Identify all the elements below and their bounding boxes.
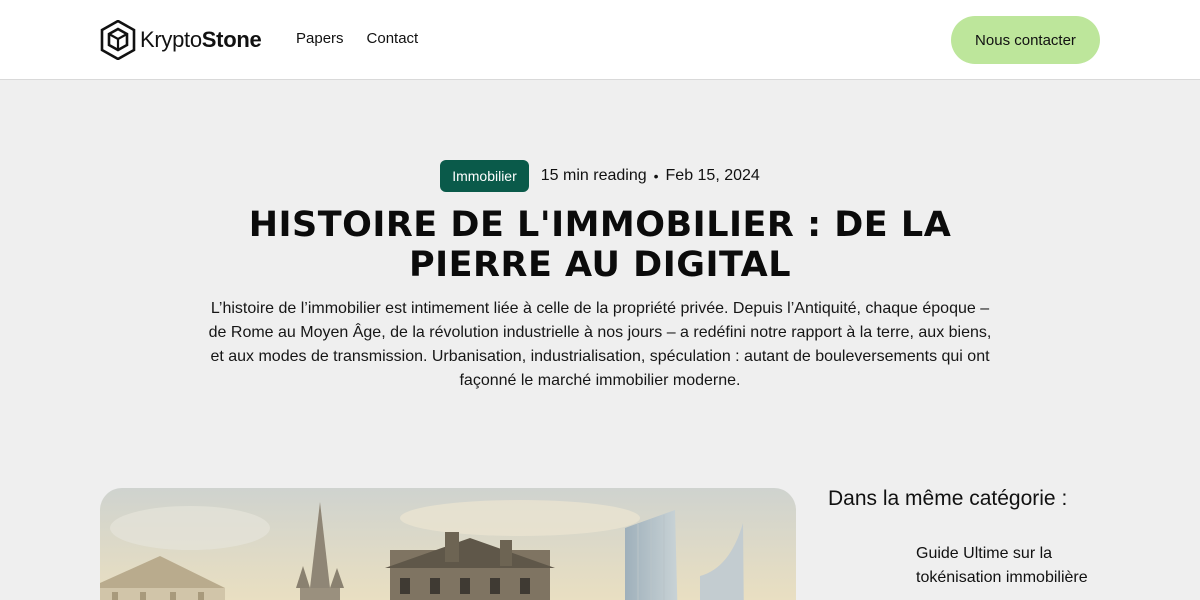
hero-image: [100, 488, 796, 600]
cube-logo-icon: [100, 20, 136, 60]
related-section-title: Dans la même catégorie :: [828, 487, 1068, 510]
main-nav: Papers Contact: [296, 30, 418, 47]
reading-time: 15 min reading: [540, 167, 647, 184]
article-lead: L’histoire de l’immobilier est intimemen…: [208, 300, 992, 389]
logo-text-light: Krypto: [140, 27, 202, 52]
related-article-thumbnail[interactable]: [828, 544, 904, 600]
article-meta: Immobilier 15 min reading • Feb 15, 2024: [0, 160, 1200, 192]
category-badge[interactable]: Immobilier: [440, 160, 529, 192]
contact-us-button[interactable]: Nous contacter: [951, 16, 1100, 64]
site-header: KryptoStone Papers Contact Nous contacte…: [0, 0, 1200, 80]
article-title: HISTOIRE DE L'IMMOBILIER : DE LA PIERRE …: [248, 205, 952, 285]
publish-date: Feb 15, 2024: [665, 167, 760, 184]
nav-link-papers[interactable]: Papers: [296, 30, 344, 47]
logo-link[interactable]: KryptoStone: [100, 20, 262, 60]
logo-text-bold: Stone: [201, 27, 262, 52]
nav-link-contact[interactable]: Contact: [367, 30, 419, 47]
related-article-link[interactable]: Guide Ultime sur la tokénisation immobil…: [916, 542, 1116, 590]
logo-text: KryptoStone: [140, 27, 262, 53]
meta-separator: •: [653, 168, 659, 184]
city-illustration: [100, 488, 796, 600]
